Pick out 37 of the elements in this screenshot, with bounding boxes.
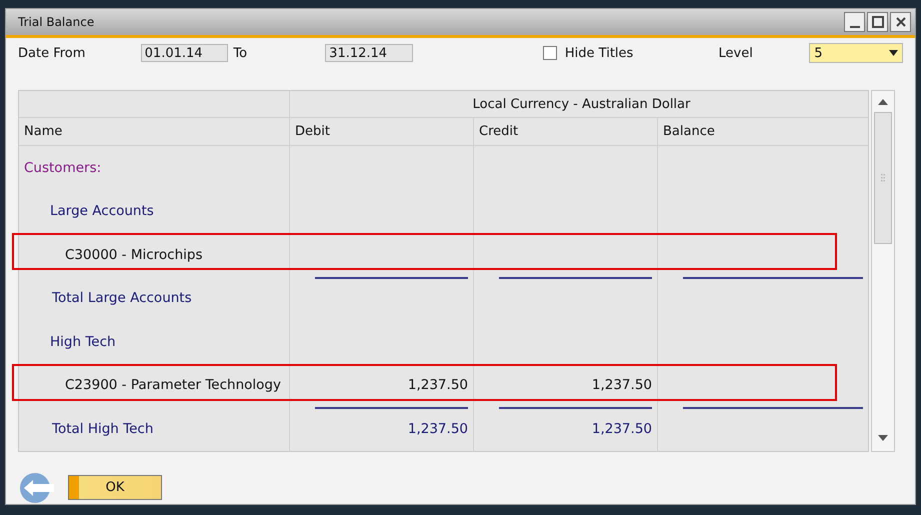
account-name: High Tech [49,332,117,352]
amount: 1,237.50 [592,420,652,437]
level-dropdown[interactable]: 5 [809,43,903,63]
minimize-icon [850,26,860,28]
ok-button[interactable]: OK [68,475,162,500]
caret-icon [889,50,898,56]
scroll-thumb[interactable] [874,112,892,244]
date-from-label: Date From [18,46,86,60]
hide-titles-checkbox[interactable] [542,46,557,60]
to-label: To [233,46,248,60]
date-to-field[interactable]: 31.12.14 [325,44,413,62]
level-label: Level [718,46,754,60]
account-name: Total High Tech [51,420,154,439]
date-from-field[interactable]: 01.01.14 [140,44,228,62]
scrollbar[interactable] [871,90,895,452]
column-header: Balance [657,118,868,145]
account-name: C23900 - Parameter Technology [64,376,282,396]
window-title: Trial Balance [18,15,94,29]
column-header: Debit [289,118,473,145]
account-name: Total Large Accounts [51,289,193,308]
maximize-button[interactable] [867,12,888,32]
amount: 1,237.50 [592,377,652,394]
hide-titles-label: Hide Titles [564,46,634,60]
maximize-icon [872,16,884,28]
scroll-down-icon[interactable] [878,434,888,440]
currency-header: Local Currency - Australian Dollar [289,91,868,117]
column-header: Name [23,123,64,141]
account-name: Customers: [23,158,102,178]
account-name: C30000 - Microchips [64,246,204,265]
minimize-button[interactable] [844,12,865,32]
scroll-up-icon[interactable] [878,99,888,105]
amount: 1,237.50 [408,420,468,437]
column-header: Credit [473,118,657,145]
amount: 1,237.50 [408,377,468,394]
account-name: Large Accounts [49,202,155,222]
close-icon [894,16,906,28]
close-button[interactable] [890,12,911,32]
